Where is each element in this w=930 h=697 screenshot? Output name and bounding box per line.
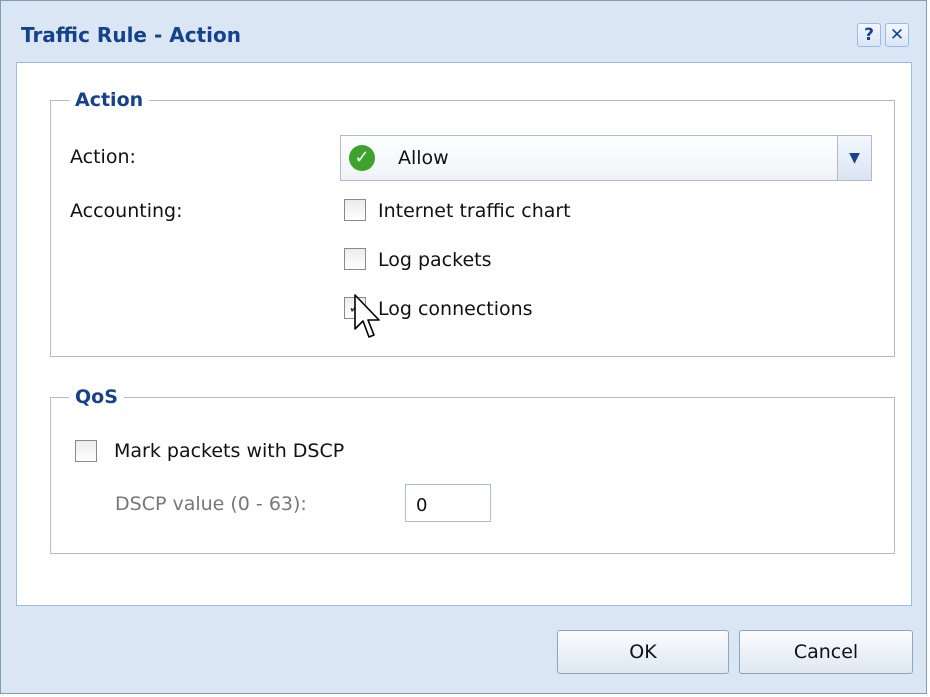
mark-dscp-checkbox[interactable] xyxy=(75,440,97,462)
mouse-cursor-icon xyxy=(354,294,380,338)
action-legend: Action xyxy=(75,89,144,111)
log-connections-label[interactable]: Log connections xyxy=(378,298,533,320)
internet-traffic-chart-label[interactable]: Internet traffic chart xyxy=(378,200,571,222)
ok-button[interactable]: OK xyxy=(557,630,729,674)
traffic-rule-action-dialog: Traffic Rule - Action ? ✕ Action Action:… xyxy=(0,0,927,694)
accounting-label: Accounting: xyxy=(70,200,183,222)
qos-fieldset: QoS xyxy=(50,386,895,554)
cancel-button[interactable]: Cancel xyxy=(739,630,913,674)
log-packets-label[interactable]: Log packets xyxy=(378,249,492,271)
dialog-titlebar[interactable]: Traffic Rule - Action ? ✕ xyxy=(1,1,926,59)
log-packets-checkbox[interactable] xyxy=(344,248,366,270)
qos-legend: QoS xyxy=(75,386,118,408)
close-button[interactable]: ✕ xyxy=(885,23,909,47)
internet-traffic-chart-checkbox[interactable] xyxy=(344,199,366,221)
dialog-body: Action Action: ✓ Allow ▼ Accounting: Int… xyxy=(16,62,912,606)
action-label: Action: xyxy=(70,146,136,168)
chevron-down-icon[interactable]: ▼ xyxy=(837,136,871,180)
dscp-value-input[interactable] xyxy=(405,484,491,522)
mark-dscp-label[interactable]: Mark packets with DSCP xyxy=(114,440,344,462)
action-select-value: Allow xyxy=(398,147,449,169)
check-circle-icon: ✓ xyxy=(349,145,375,171)
dscp-value-label: DSCP value (0 - 63): xyxy=(115,493,307,515)
dialog-title: Traffic Rule - Action xyxy=(21,23,241,47)
help-button[interactable]: ? xyxy=(857,23,881,47)
action-select[interactable]: ✓ Allow ▼ xyxy=(340,135,872,181)
